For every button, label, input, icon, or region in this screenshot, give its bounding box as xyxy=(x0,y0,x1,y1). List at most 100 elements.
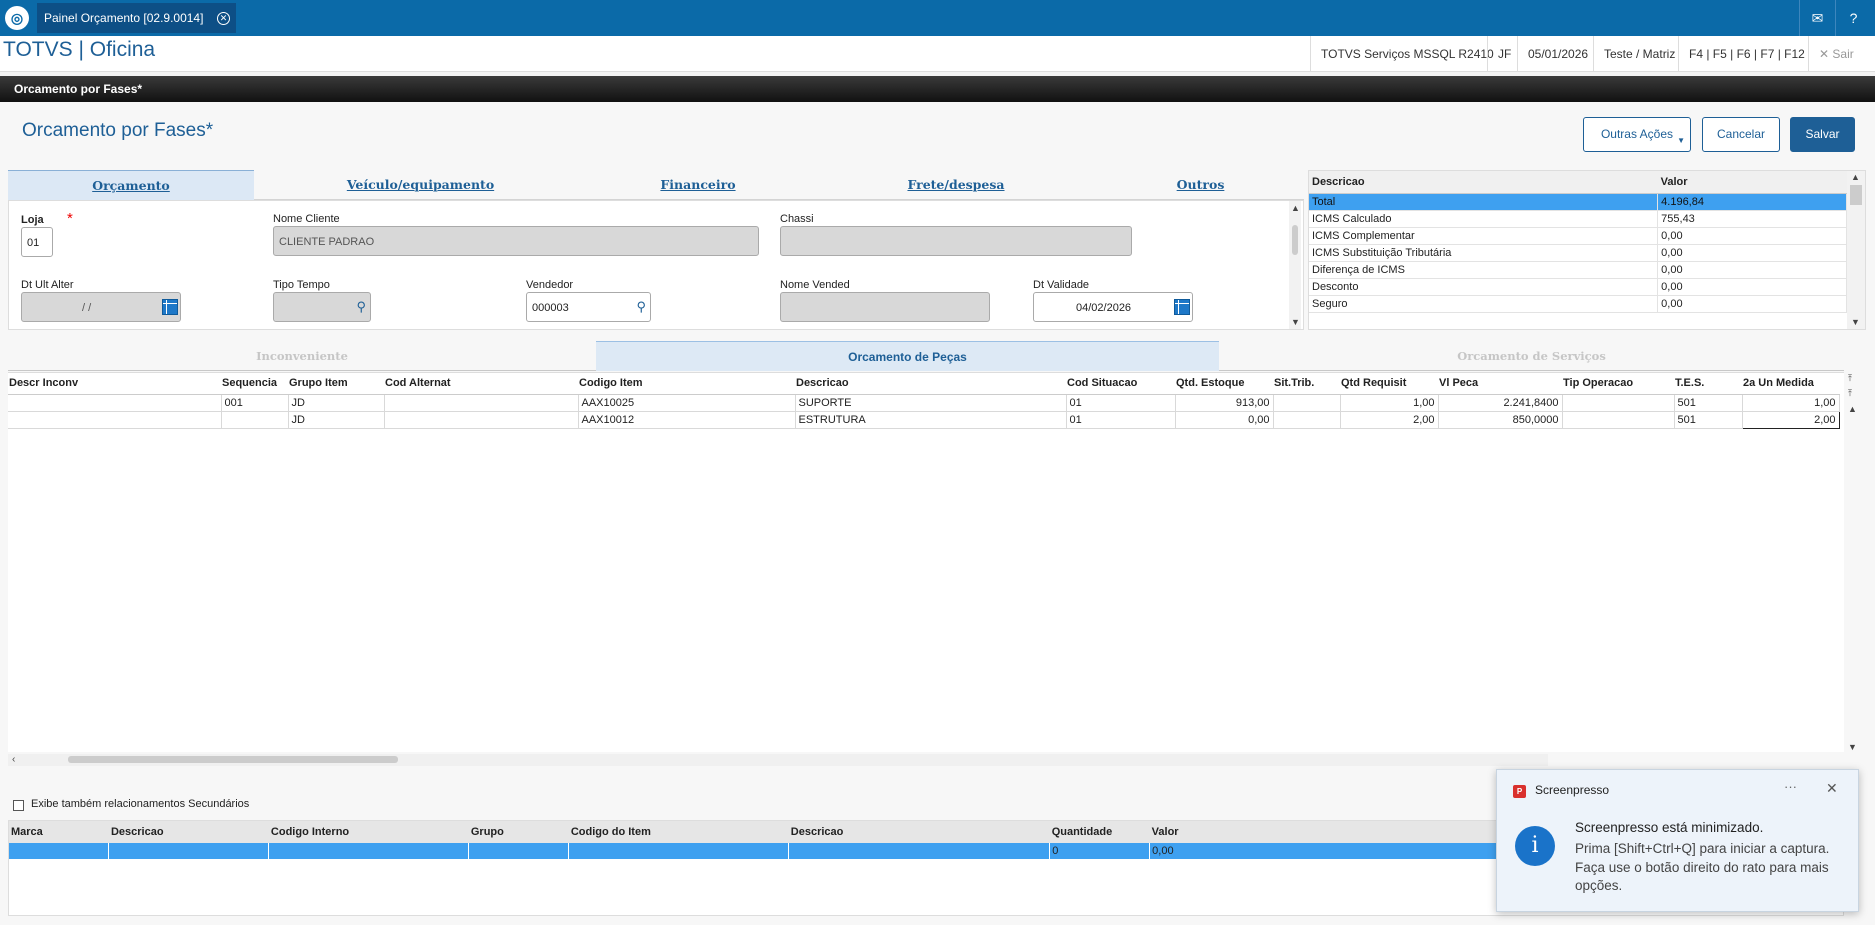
table-cell[interactable]: 1,00 xyxy=(1340,394,1439,412)
table-row[interactable]: ICMS Calculado 755,43 xyxy=(1309,210,1847,228)
column-header[interactable]: Codigo do Item xyxy=(568,821,789,843)
tab-orcamento-servicos[interactable]: Orcamento de Serviços xyxy=(1219,341,1844,371)
tipo-tempo-input[interactable]: ⚲ xyxy=(273,292,371,322)
loja-input[interactable]: 01 xyxy=(21,227,53,257)
tab-frete[interactable]: Frete/despesa xyxy=(846,170,1066,200)
table-row[interactable]: Desconto 0,00 xyxy=(1309,278,1847,296)
cancel-button[interactable]: Cancelar xyxy=(1702,117,1780,152)
table-cell[interactable]: AAX10025 xyxy=(578,394,796,412)
column-header[interactable]: Tip Operacao xyxy=(1562,373,1674,395)
table-cell[interactable]: 2,00 xyxy=(1340,411,1439,429)
horizontal-scroll-thumb[interactable] xyxy=(68,756,398,763)
table-cell[interactable]: 501 xyxy=(1674,394,1743,412)
close-tab-icon[interactable]: ✕ xyxy=(217,12,230,25)
table-cell[interactable] xyxy=(468,843,570,859)
column-header[interactable]: Grupo Item xyxy=(288,373,384,395)
table-cell[interactable]: 2.241,8400 xyxy=(1438,394,1563,412)
table-cell[interactable]: JD xyxy=(288,394,385,412)
nome-cliente-input[interactable]: CLIENTE PADRAO xyxy=(273,226,759,256)
scroll-thumb[interactable] xyxy=(1292,225,1298,255)
table-cell[interactable] xyxy=(1562,394,1675,412)
column-header[interactable]: T.E.S. xyxy=(1674,373,1742,395)
table-cell[interactable]: SUPORTE xyxy=(795,394,1067,412)
tab-painel-orcamento[interactable]: Painel Orçamento [02.9.0014] ✕ xyxy=(37,3,236,33)
table-row[interactable]: ICMS Complementar 0,00 xyxy=(1309,227,1847,245)
totvs-logo-icon[interactable]: ◎ xyxy=(5,6,29,30)
column-header[interactable]: Cod Situacao xyxy=(1066,373,1175,395)
table-cell[interactable] xyxy=(384,411,579,429)
column-header[interactable]: Cod Alternat xyxy=(384,373,578,395)
column-header[interactable]: Codigo Interno xyxy=(268,821,469,843)
column-header[interactable]: Marca xyxy=(9,821,109,843)
table-cell[interactable]: 001 xyxy=(221,394,289,412)
scroll-thumb[interactable] xyxy=(1850,185,1862,205)
calendar-icon[interactable] xyxy=(162,299,178,315)
table-cell[interactable]: JD xyxy=(288,411,385,429)
search-icon[interactable]: ⚲ xyxy=(636,299,646,315)
scroll-page-up-icon[interactable]: ⤒ xyxy=(1848,388,1852,399)
table-cell[interactable] xyxy=(221,411,289,429)
column-header[interactable]: Descr Inconv xyxy=(8,373,221,395)
nome-vended-input[interactable] xyxy=(780,292,990,322)
table-cell[interactable] xyxy=(8,411,222,429)
close-icon[interactable]: ✕ xyxy=(1826,780,1838,797)
tab-orcamento-pecas[interactable]: Orcamento de Peças xyxy=(596,341,1219,371)
table-cell[interactable] xyxy=(1273,411,1341,429)
scroll-down-icon[interactable]: ▼ xyxy=(1848,742,1857,752)
table-row[interactable]: JD AAX10012 ESTRUTURA 01 0,00 2,00 850,0000 501… xyxy=(8,410,1840,429)
grid-scrollbar[interactable]: ⤒ ⤒ ▲ ▼ xyxy=(1845,372,1861,755)
table-cell[interactable] xyxy=(384,394,579,412)
table-cell[interactable]: ESTRUTURA xyxy=(795,411,1067,429)
scroll-left-icon[interactable]: ‹ xyxy=(12,754,15,765)
table-row[interactable]: Total 4.196,84 xyxy=(1309,193,1847,211)
table-cell[interactable] xyxy=(268,843,470,859)
column-header[interactable]: Descricao xyxy=(795,373,1066,395)
table-cell[interactable]: 850,0000 xyxy=(1438,411,1563,429)
dt-validade-input[interactable]: 04/02/2026 xyxy=(1033,292,1193,322)
dt-ult-alter-input[interactable]: / / xyxy=(21,292,181,322)
table-cell[interactable] xyxy=(8,394,222,412)
tab-financeiro[interactable]: Financeiro xyxy=(588,170,808,200)
table-cell[interactable]: 0,00 xyxy=(1175,411,1274,429)
table-cell[interactable] xyxy=(788,843,1051,859)
form-scrollbar[interactable]: ▲ ▼ xyxy=(1289,201,1301,329)
column-header[interactable]: Quantidade xyxy=(1049,821,1150,843)
more-actions-button[interactable]: Outras Ações ▼ xyxy=(1583,117,1691,152)
table-cell[interactable]: 01 xyxy=(1066,394,1176,412)
table-cell[interactable]: 2,00 xyxy=(1741,410,1840,429)
table-cell[interactable] xyxy=(108,843,270,859)
scroll-down-icon[interactable]: ▼ xyxy=(1291,317,1300,327)
tab-inconveniente[interactable]: Inconveniente xyxy=(8,341,596,371)
scroll-top-icon[interactable]: ⤒ xyxy=(1848,373,1852,384)
column-header[interactable]: Descricao xyxy=(788,821,1050,843)
calendar-icon[interactable] xyxy=(1174,299,1190,315)
totals-scrollbar[interactable]: ▲ ▼ xyxy=(1847,171,1865,329)
column-header[interactable]: Qtd Requisit xyxy=(1340,373,1438,395)
column-header[interactable]: Grupo xyxy=(468,821,569,843)
screenpresso-notification[interactable]: P Screenpresso ··· ✕ i Screenpresso está… xyxy=(1496,769,1859,912)
table-row[interactable]: Seguro 0,00 xyxy=(1309,295,1847,313)
save-button[interactable]: Salvar xyxy=(1790,117,1855,152)
column-header[interactable]: 2a Un Medida xyxy=(1742,373,1839,395)
table-cell[interactable] xyxy=(9,843,110,859)
chassi-input[interactable] xyxy=(780,226,1132,256)
scroll-up-icon[interactable]: ▲ xyxy=(1848,404,1857,414)
column-header[interactable]: Qtd. Estoque xyxy=(1175,373,1273,395)
table-cell[interactable]: 0 xyxy=(1049,843,1151,859)
column-header[interactable]: Sequencia xyxy=(221,373,288,395)
table-cell[interactable]: 1,00 xyxy=(1742,394,1840,412)
scroll-up-icon[interactable]: ▲ xyxy=(1291,203,1300,213)
help-icon[interactable]: ? xyxy=(1835,0,1871,36)
table-cell[interactable]: 501 xyxy=(1674,411,1743,429)
table-row[interactable]: 001 JD AAX10025 SUPORTE 01 913,00 1,00 2.241,84… xyxy=(8,394,1840,412)
column-header[interactable]: Sit.Trib. xyxy=(1273,373,1340,395)
scroll-down-icon[interactable]: ▼ xyxy=(1851,317,1860,327)
mail-icon[interactable]: ✉ xyxy=(1799,0,1835,36)
more-options-icon[interactable]: ··· xyxy=(1784,779,1797,794)
secondary-relations-checkbox[interactable] xyxy=(13,800,24,811)
column-header[interactable]: Descricao xyxy=(108,821,269,843)
table-cell[interactable] xyxy=(1562,411,1675,429)
table-cell[interactable]: AAX10012 xyxy=(578,411,796,429)
tab-orcamento[interactable]: Orçamento xyxy=(8,170,254,200)
table-cell[interactable]: 01 xyxy=(1066,411,1176,429)
